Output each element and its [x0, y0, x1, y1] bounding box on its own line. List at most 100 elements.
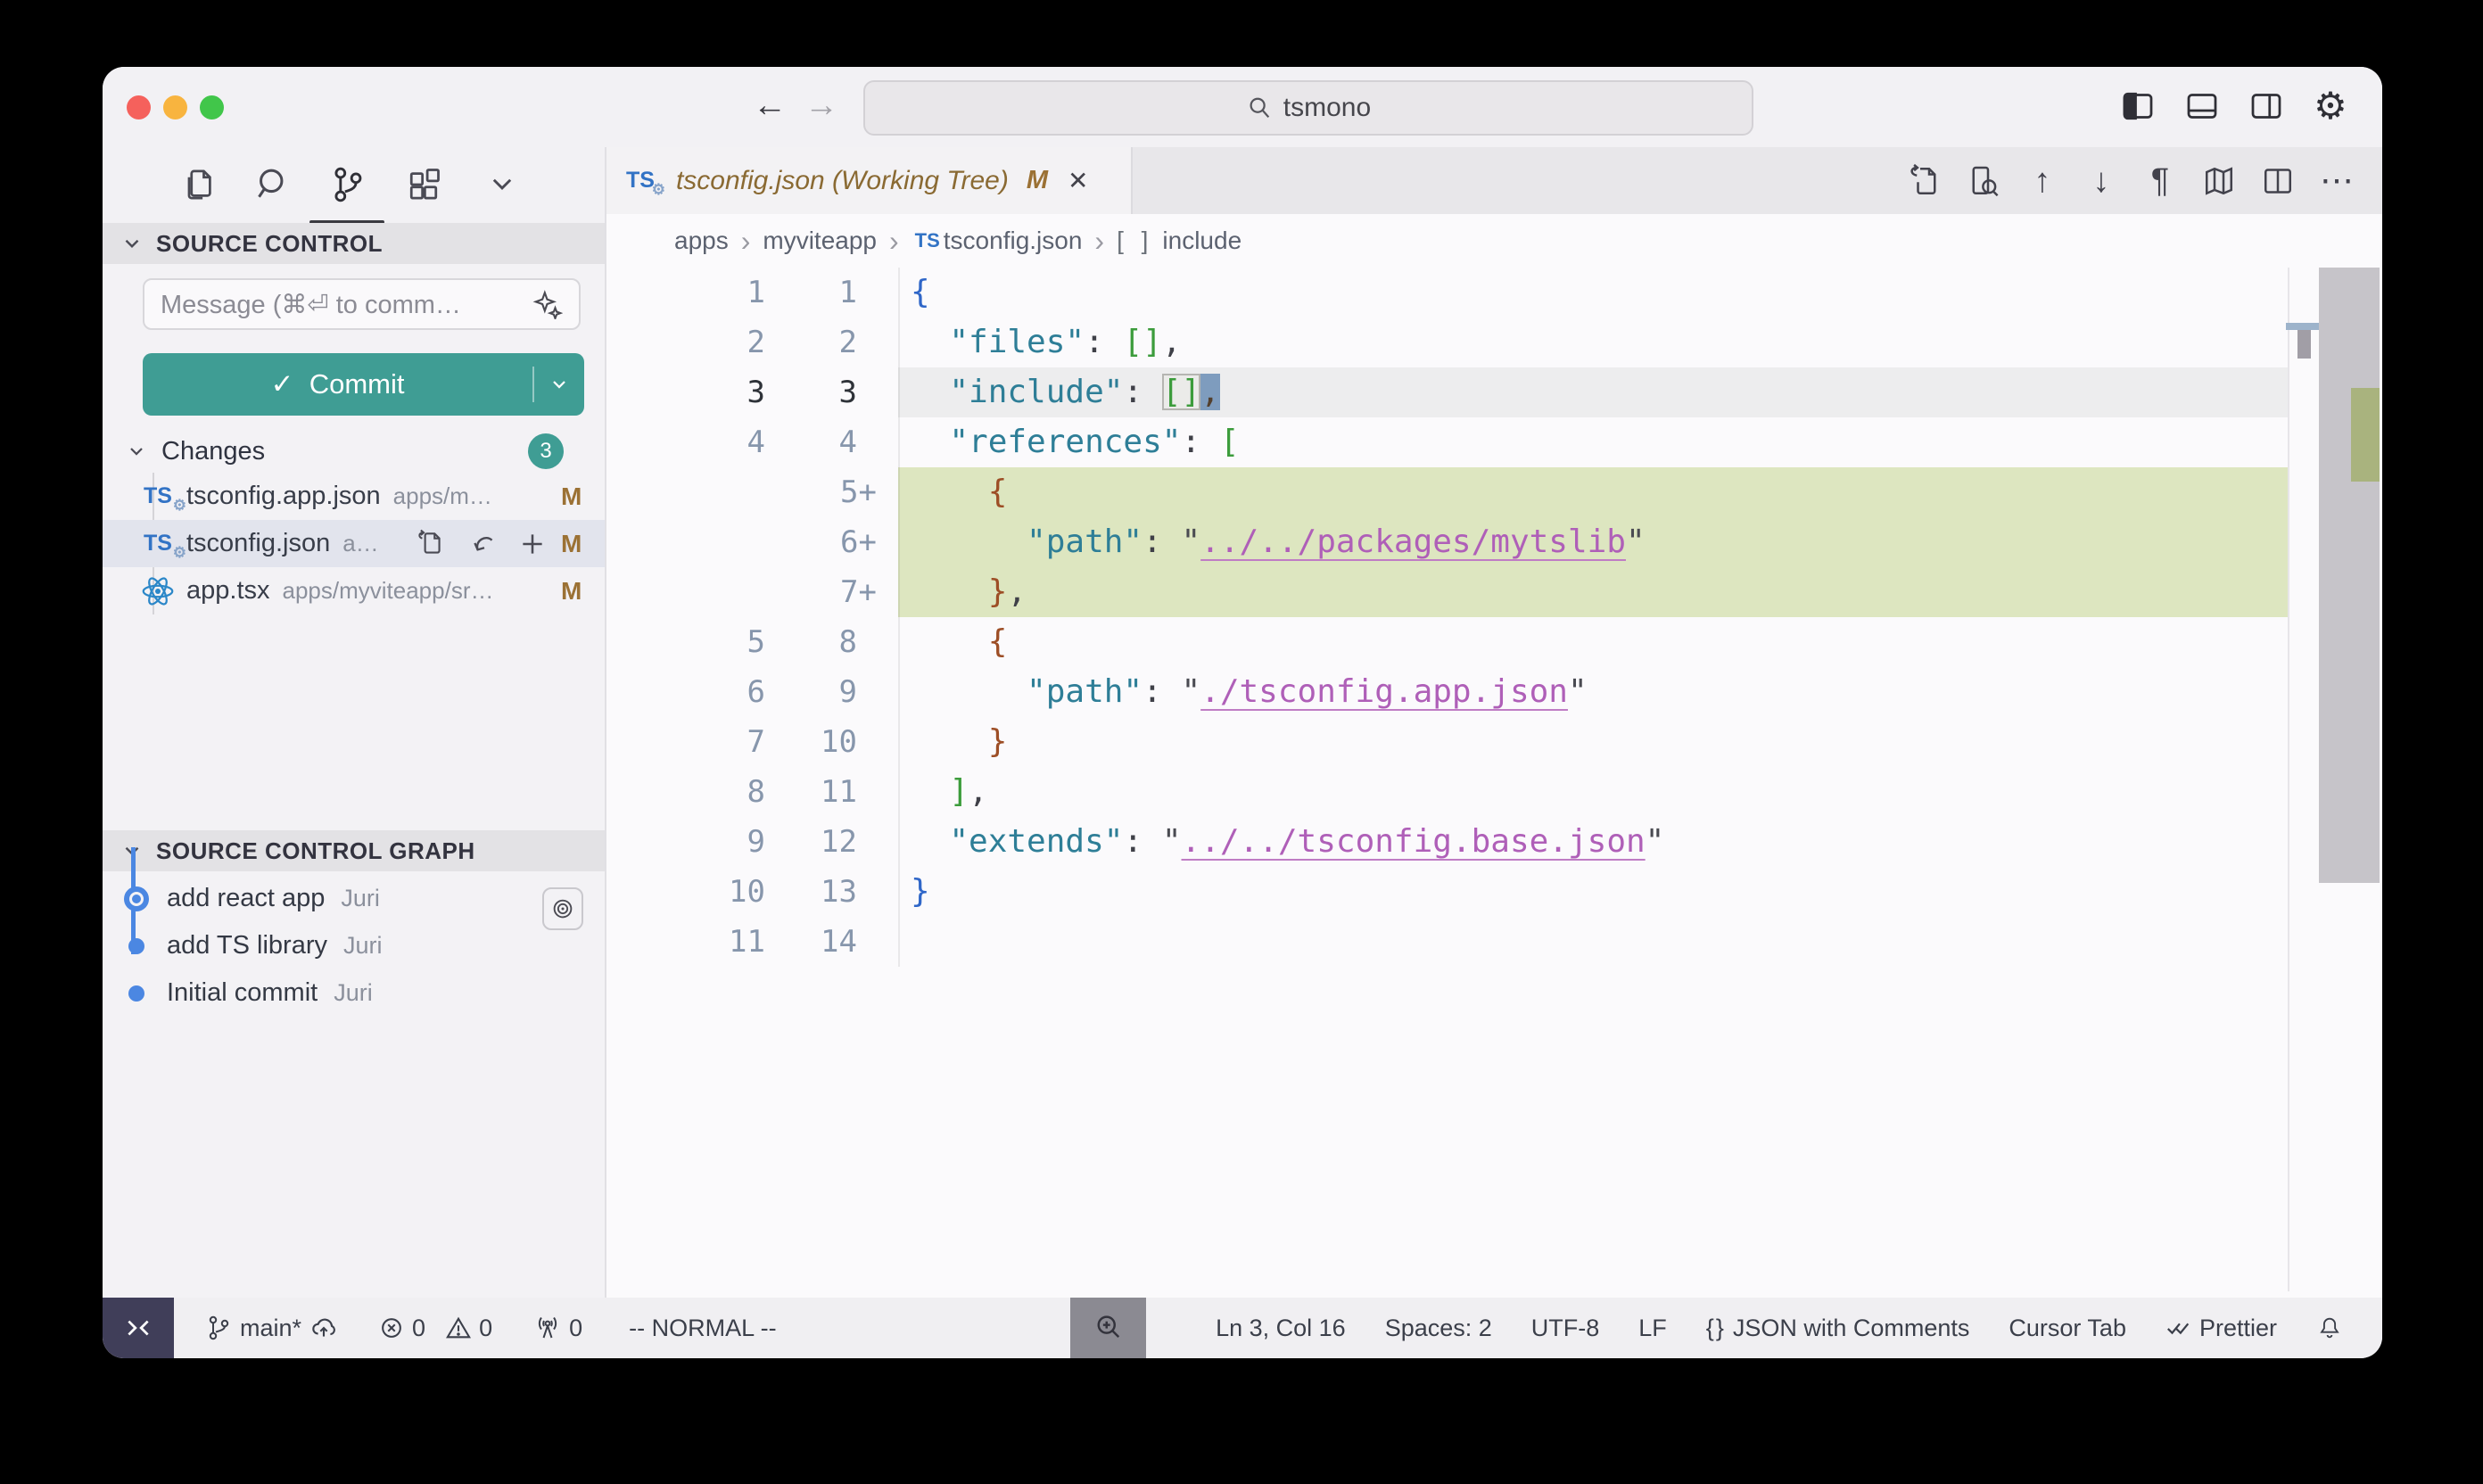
code-line-text: } — [898, 867, 2288, 917]
commit-message-input[interactable]: Message (⌘⏎ to comm… — [143, 278, 581, 330]
vim-mode-indicator[interactable]: -- NORMAL -- — [629, 1315, 776, 1342]
overview-cursor-marker-tail — [2297, 330, 2311, 359]
code-line[interactable]: 69 "path": "./tsconfig.app.json" — [606, 667, 2382, 717]
source-control-title: SOURCE CONTROL — [156, 230, 383, 258]
old-line-number: 11 — [606, 917, 765, 967]
branch-name: main* — [240, 1315, 301, 1342]
code-line[interactable]: 912 "extends": "../../tsconfig.base.json… — [606, 817, 2382, 867]
traffic-light-close[interactable] — [127, 95, 151, 120]
error-icon — [378, 1315, 405, 1341]
breadcrumb-item-apps[interactable]: apps — [674, 227, 729, 255]
language-mode-item[interactable]: {}JSON with Comments — [1706, 1315, 1970, 1342]
code-line[interactable]: 44 "references": [ — [606, 417, 2382, 467]
split-editor-icon[interactable] — [2259, 162, 2297, 200]
commit-dropdown-chevron[interactable] — [534, 374, 584, 395]
tab-modified-badge: M — [1027, 166, 1048, 195]
traffic-light-zoom[interactable] — [200, 95, 224, 120]
previous-change-icon[interactable]: ↑ — [2024, 162, 2061, 200]
new-line-number: 2 — [765, 317, 879, 367]
changed-file-row[interactable]: TS⚙ tsconfig.app.json apps/m… M — [103, 473, 606, 520]
code-line[interactable]: 1013} — [606, 867, 2382, 917]
warning-count: 0 — [479, 1315, 492, 1342]
file-name: tsconfig.app.json — [186, 482, 381, 511]
stage-changes-icon[interactable] — [516, 528, 549, 560]
problems-status-item[interactable]: 0 0 — [378, 1315, 492, 1342]
titlebar-search[interactable]: tsmono — [863, 80, 1753, 136]
sparkle-icon[interactable] — [532, 289, 563, 319]
code-line[interactable]: 811 ], — [606, 767, 2382, 817]
commit-button[interactable]: ✓ Commit — [143, 353, 584, 416]
code-line[interactable]: 7+ }, — [606, 567, 2382, 617]
cursor-position-item[interactable]: Ln 3, Col 16 — [1216, 1315, 1346, 1342]
source-control-header[interactable]: SOURCE CONTROL — [103, 223, 606, 264]
code-line[interactable]: 5+ { — [606, 467, 2382, 517]
indentation-item[interactable]: Spaces: 2 — [1385, 1315, 1492, 1342]
changed-file-row-hovered[interactable]: TS⚙ tsconfig.json a… M — [103, 520, 606, 567]
commit-button-label: Commit — [309, 368, 405, 400]
ports-status-item[interactable]: 0 — [533, 1314, 582, 1342]
explorer-icon[interactable] — [177, 163, 220, 206]
commit-row[interactable]: Initial commit Juri — [103, 969, 606, 1017]
forward-button[interactable]: → — [800, 87, 843, 125]
breadcrumb-item-include[interactable]: include — [1162, 227, 1242, 255]
chevron-right-icon: › — [1094, 225, 1104, 258]
more-actions-icon[interactable]: ⋯ — [2318, 162, 2355, 200]
additional-views-chevron-icon[interactable] — [481, 163, 524, 206]
close-icon[interactable]: ✕ — [1068, 166, 1088, 195]
toggle-secondary-sidebar-icon[interactable] — [2247, 87, 2286, 126]
tab-tsconfig-working-tree[interactable]: TS⚙ tsconfig.json (Working Tree) M ✕ — [606, 147, 1133, 214]
editor-actions: ↑ ↓ ¶ ⋯ — [1906, 147, 2355, 214]
formatter-item[interactable]: Prettier — [2165, 1315, 2277, 1342]
open-changes-icon[interactable] — [1906, 162, 1943, 200]
overview-added-marker — [2351, 388, 2380, 482]
back-button[interactable]: ← — [748, 87, 791, 125]
changes-group-header[interactable]: Changes 3 — [103, 433, 606, 469]
code-line[interactable]: 58 { — [606, 617, 2382, 667]
new-line-number: 8 — [765, 617, 879, 667]
code-line-text: "path": "./tsconfig.app.json" — [898, 667, 2288, 717]
changed-file-row[interactable]: app.tsx apps/myviteapp/sr… M — [103, 567, 606, 614]
commit-row[interactable]: add react app Juri — [103, 875, 606, 922]
diff-editor[interactable]: 11{22 "files": [],33 "include": [],44 "r… — [606, 268, 2382, 1298]
next-change-icon[interactable]: ↓ — [2083, 162, 2120, 200]
code-line[interactable]: 710 } — [606, 717, 2382, 767]
code-line[interactable]: 11{ — [606, 268, 2382, 317]
render-whitespace-icon[interactable]: ¶ — [2141, 162, 2179, 200]
breadcrumb-item-tsconfig[interactable]: tsconfig.json — [944, 227, 1083, 255]
traffic-light-minimize[interactable] — [163, 95, 187, 120]
notifications-bell-icon[interactable] — [2316, 1315, 2343, 1341]
settings-gear-icon[interactable]: ⚙ — [2311, 87, 2350, 126]
commit-row[interactable]: add TS library Juri — [103, 922, 606, 969]
search-view-icon[interactable] — [252, 163, 295, 206]
open-file-icon[interactable] — [415, 528, 447, 560]
editor-tab-strip: TS⚙ tsconfig.json (Working Tree) M ✕ ↑ ↓… — [606, 147, 2382, 214]
encoding-item[interactable]: UTF-8 — [1531, 1315, 1600, 1342]
old-line-number: 10 — [606, 867, 765, 917]
map-icon[interactable] — [2200, 162, 2238, 200]
toggle-panel-icon[interactable] — [2182, 87, 2222, 126]
file-path: apps/m… — [393, 482, 492, 510]
cursor-tab-item[interactable]: Cursor Tab — [2009, 1315, 2126, 1342]
remote-indicator[interactable] — [103, 1298, 174, 1358]
toggle-primary-sidebar-icon[interactable] — [2118, 87, 2157, 126]
source-control-view-icon[interactable] — [326, 163, 368, 206]
branch-status-item[interactable]: main* — [204, 1313, 339, 1343]
file-search-icon[interactable] — [1965, 162, 2002, 200]
scrollbar-thumb[interactable] — [2319, 268, 2380, 883]
discard-changes-icon[interactable] — [468, 528, 500, 560]
eol-item[interactable]: LF — [1638, 1315, 1667, 1342]
code-line-text: "references": [ — [898, 417, 2288, 467]
commit-message: Initial commit — [167, 978, 318, 1008]
code-line[interactable]: 1114 — [606, 917, 2382, 967]
code-line-text: ], — [898, 767, 2288, 817]
braces-icon: {} — [1706, 1315, 1726, 1342]
breadcrumb-item-myviteapp[interactable]: myviteapp — [763, 227, 877, 255]
code-line[interactable]: 6+ "path": "../../packages/mytslib" — [606, 517, 2382, 567]
code-line[interactable]: 22 "files": [], — [606, 317, 2382, 367]
commit-dot — [128, 938, 144, 954]
source-control-graph-header[interactable]: SOURCE CONTROL GRAPH — [103, 830, 606, 871]
extensions-view-icon[interactable] — [402, 163, 445, 206]
new-line-number: 1 — [765, 268, 879, 317]
code-line[interactable]: 33 "include": [], — [606, 367, 2382, 417]
activity-bar — [103, 147, 606, 223]
